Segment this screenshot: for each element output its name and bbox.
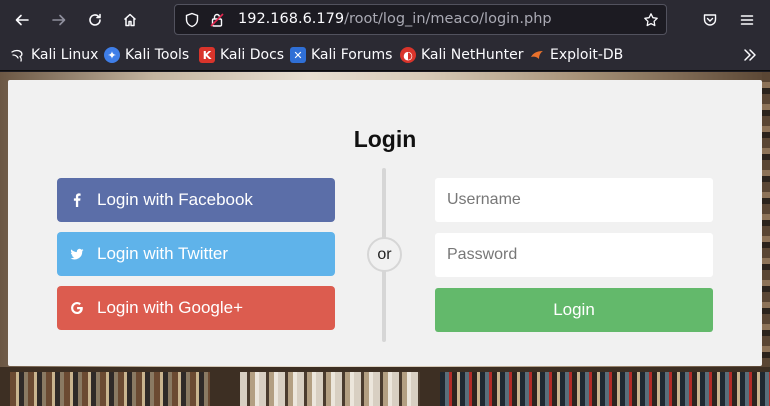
- home-icon: [123, 13, 137, 27]
- shield-icon[interactable]: [184, 12, 200, 28]
- kali-tools-icon: ✦: [104, 47, 120, 63]
- double-chevron-right-icon: [744, 49, 756, 61]
- kali-forums-icon: ✕: [290, 47, 306, 63]
- insecure-lock-icon[interactable]: [209, 12, 225, 28]
- facebook-button-label: Login with Facebook: [97, 190, 253, 209]
- bookmark-exploit-db[interactable]: Exploit-DB: [529, 46, 623, 64]
- login-card: Login Login with Facebook Login with Twi…: [8, 80, 762, 366]
- bookmarks-bar: Kali Linux ✦ Kali Tools K Kali Docs ✕ Ka…: [0, 40, 770, 71]
- bookmark-label: Kali Linux: [31, 47, 99, 63]
- bookmark-label: Kali Docs: [220, 47, 285, 63]
- bookmark-kali-forums[interactable]: ✕ Kali Forums: [290, 46, 392, 64]
- menu-button[interactable]: [734, 7, 760, 33]
- kali-nethunter-icon: ◐: [400, 47, 416, 63]
- password-input[interactable]: [435, 233, 713, 277]
- kali-dragon-icon: [10, 47, 26, 63]
- or-separator: or: [367, 237, 402, 272]
- facebook-icon: [57, 193, 97, 207]
- more-bookmarks-button[interactable]: [742, 47, 758, 67]
- reload-icon: [89, 13, 101, 26]
- page-content: Login Login with Facebook Login with Twi…: [0, 72, 770, 406]
- bookmark-label: Kali NetHunter: [421, 47, 524, 63]
- home-button[interactable]: [117, 7, 143, 33]
- google-button-label: Login with Google+: [97, 298, 244, 317]
- page-title: Login: [353, 126, 417, 152]
- login-with-twitter-button[interactable]: Login with Twitter: [57, 232, 335, 276]
- bookmark-kali-nethunter[interactable]: ◐ Kali NetHunter: [400, 46, 523, 64]
- hamburger-menu-icon: [740, 15, 754, 25]
- username-input[interactable]: [435, 178, 713, 222]
- arrow-right-icon: [52, 14, 66, 26]
- bookmark-label: Kali Forums: [311, 47, 393, 63]
- pocket-icon: [703, 14, 717, 26]
- back-button[interactable]: [9, 7, 35, 33]
- bookmark-kali-linux[interactable]: Kali Linux: [10, 46, 98, 64]
- google-icon: [57, 301, 97, 315]
- url-host: 192.168.6.179: [238, 11, 345, 27]
- kali-docs-icon: K: [199, 47, 215, 63]
- reload-button[interactable]: [82, 7, 108, 33]
- arrow-left-icon: [15, 14, 29, 26]
- bookmark-star-icon[interactable]: [643, 12, 659, 28]
- url-bar[interactable]: 192.168.6.179/root/log_in/meaco/login.ph…: [174, 4, 667, 35]
- pocket-button[interactable]: [697, 7, 723, 33]
- bookmark-label: Kali Tools: [125, 47, 190, 63]
- twitter-icon: [57, 247, 97, 261]
- url-text[interactable]: 192.168.6.179/root/log_in/meaco/login.ph…: [238, 11, 552, 27]
- login-with-facebook-button[interactable]: Login with Facebook: [57, 178, 335, 222]
- browser-toolbar: 192.168.6.179/root/log_in/meaco/login.ph…: [0, 0, 770, 40]
- bookmark-label: Exploit-DB: [550, 47, 624, 63]
- forward-button[interactable]: [46, 7, 72, 33]
- login-with-google-button[interactable]: Login with Google+: [57, 286, 335, 330]
- bookmark-kali-tools[interactable]: ✦ Kali Tools: [104, 46, 189, 64]
- bookmark-kali-docs[interactable]: K Kali Docs: [199, 46, 284, 64]
- exploit-db-icon: [529, 47, 545, 63]
- url-path: /root/log_in/meaco/login.php: [344, 11, 552, 27]
- twitter-button-label: Login with Twitter: [97, 244, 229, 263]
- login-submit-button[interactable]: Login: [435, 288, 713, 332]
